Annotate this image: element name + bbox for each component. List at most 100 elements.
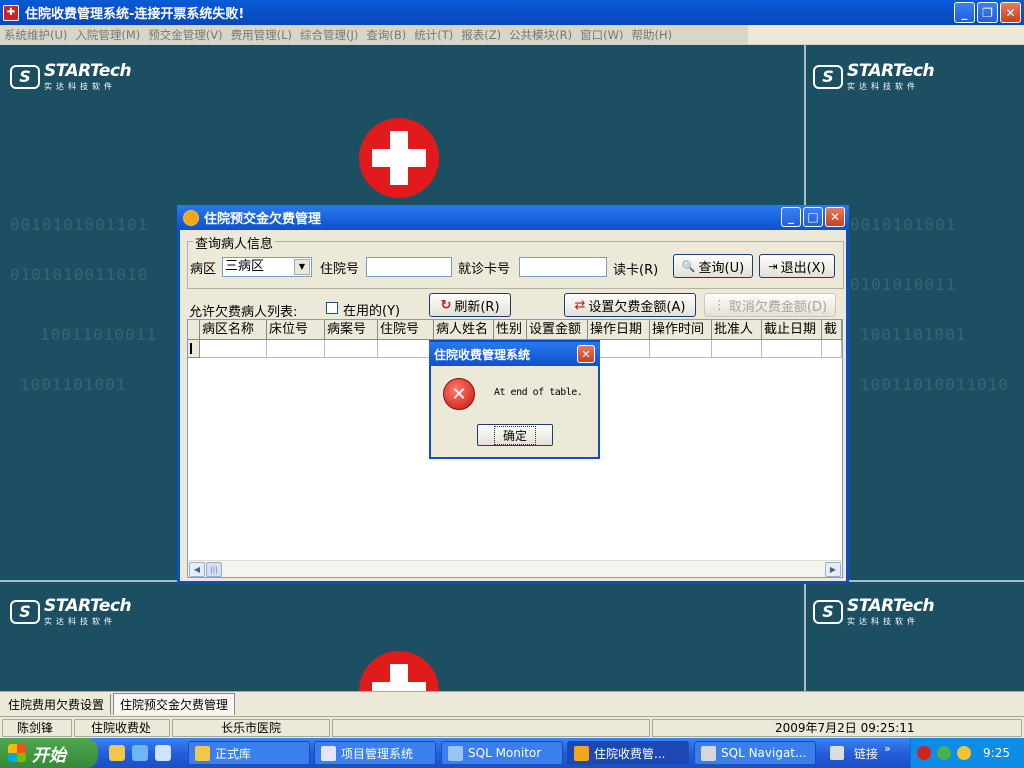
minimize-button[interactable]: _ (954, 2, 975, 23)
windows-logo-icon (8, 744, 26, 762)
tab-deposit-arrears[interactable]: 住院预交金欠费管理 (113, 693, 236, 715)
keyboard-icon[interactable] (830, 746, 844, 760)
menu-query[interactable]: 查询(B) (362, 27, 410, 43)
menu-help[interactable]: 帮助(H) (627, 27, 676, 43)
column-header[interactable]: 住院号 (378, 320, 434, 340)
close-button[interactable]: ✕ (1000, 2, 1021, 23)
tool-icon[interactable] (957, 746, 971, 760)
in-use-label[interactable]: 在用的(Y) (343, 300, 400, 319)
menu-admission[interactable]: 入院管理(M) (71, 27, 144, 43)
shield-icon[interactable] (937, 746, 951, 760)
column-header[interactable]: 操作日期 (588, 320, 650, 340)
column-header[interactable]: 设置金额 (527, 320, 588, 340)
menu-window[interactable]: 窗口(W) (576, 27, 627, 43)
links-toolbar[interactable]: 链接 (854, 745, 878, 762)
ward-select[interactable]: 三病区 ▼ (222, 257, 312, 277)
startech-logo: S STARTech 实达科技软件 (813, 61, 935, 92)
cancel-arrears-amount-button[interactable]: ⋮ 取消欠费金额(D) (704, 293, 836, 317)
ie-browser-icon[interactable] (132, 745, 148, 761)
menu-bar: 系统维护(U) 入院管理(M) 预交金管理(V) 费用管理(L) 综合管理(J)… (0, 25, 1024, 45)
dialog-title: 住院预交金欠费管理 (204, 212, 322, 227)
query-button[interactable]: 🔍 查询(U) (673, 254, 753, 278)
scroll-thumb[interactable]: ||| (206, 562, 222, 577)
chevron-right-icon[interactable]: » (884, 742, 891, 755)
dialog-close-button[interactable]: ✕ (825, 207, 845, 227)
error-message-box[interactable]: 住院收费管理系统 ✕ ✕ At end of table. 确定 (429, 340, 600, 459)
refresh-icon: ↻ (440, 297, 452, 313)
task-hospital-billing[interactable]: 住院收费管... (567, 741, 689, 765)
task-project-mgmt[interactable]: 项目管理系统 (314, 741, 436, 765)
row-indicator (188, 340, 200, 358)
project-app-icon (321, 745, 336, 761)
column-header[interactable]: 截止日期 (762, 320, 822, 340)
message-text: At end of table. (494, 387, 583, 398)
column-header[interactable]: 性别 (494, 320, 527, 340)
desktop-icon[interactable] (155, 745, 171, 761)
red-cross-icon (359, 651, 439, 691)
card-no-label: 就诊卡号 (458, 262, 511, 277)
status-user: 陈剑锋 (2, 719, 72, 737)
column-header[interactable]: 病区名称 (200, 320, 267, 340)
navigator-icon (701, 745, 716, 761)
restore-button[interactable]: ❐ (977, 2, 998, 23)
column-header[interactable]: 床位号 (267, 320, 325, 340)
error-icon: ✕ (443, 378, 475, 410)
dialog-maximize-button[interactable]: □ (803, 207, 823, 227)
binoculars-icon: 🔍 (681, 259, 696, 273)
column-header[interactable]: 批准人 (712, 320, 762, 340)
task-sql-navigator[interactable]: SQL Navigat... (694, 741, 816, 765)
dialog-minimize-button[interactable]: _ (781, 207, 801, 227)
ok-button[interactable]: 确定 (477, 424, 553, 446)
column-header[interactable]: 操作时间 (650, 320, 712, 340)
in-use-checkbox[interactable] (326, 302, 338, 314)
main-window-title: 住院收费管理系统-连接开票系统失败! (25, 7, 245, 22)
menu-common[interactable]: 公共模块(R) (505, 27, 576, 43)
group-legend: 查询病人信息 (193, 233, 276, 252)
admission-no-label: 住院号 (320, 262, 360, 277)
clock: 9:25 (983, 746, 1010, 760)
startech-logo: S STARTech 实达科技软件 (10, 596, 132, 627)
refresh-button[interactable]: ↻ 刷新(R) (429, 293, 511, 317)
startech-logo: S STARTech 实达科技软件 (10, 61, 132, 92)
exit-button[interactable]: ⇥ 退出(X) (759, 254, 835, 278)
allowed-arrears-list-label: 允许欠费病人列表: (189, 305, 298, 320)
cancel-icon: ⋮ (712, 297, 726, 313)
message-box-close-button[interactable]: ✕ (577, 345, 595, 363)
menu-general[interactable]: 综合管理(J) (296, 27, 362, 43)
column-header[interactable]: 截 (822, 320, 842, 340)
status-datetime: 2009年7月2日 09:25:11 (652, 719, 1022, 737)
main-title-bar[interactable]: ✚ 住院收费管理系统-连接开票系统失败! _ ❐ ✕ (0, 0, 1024, 25)
message-box-title[interactable]: 住院收费管理系统 (429, 342, 600, 366)
system-tray: 9:25 (910, 738, 1024, 768)
exit-door-icon: ⇥ (768, 259, 778, 273)
task-formal-db[interactable]: 正式库 (188, 741, 310, 765)
horizontal-scrollbar[interactable]: ◀ ||| ▶ (188, 560, 842, 577)
menu-statistics[interactable]: 统计(T) (410, 27, 457, 43)
scroll-left-icon[interactable]: ◀ (189, 562, 205, 577)
menu-deposit[interactable]: 预交金管理(V) (144, 27, 226, 43)
task-sql-monitor[interactable]: SQL Monitor (441, 741, 563, 765)
menu-system[interactable]: 系统维护(U) (0, 27, 71, 43)
menu-fees[interactable]: 费用管理(L) (227, 27, 296, 43)
column-header[interactable]: 病人姓名 (434, 320, 494, 340)
column-header[interactable]: 病案号 (325, 320, 378, 340)
tab-arrears-setting[interactable]: 住院费用欠费设置 (2, 693, 112, 715)
stop-icon[interactable] (917, 746, 931, 760)
folder-icon (195, 745, 210, 761)
ward-label: 病区 (190, 262, 217, 277)
red-cross-icon (359, 118, 439, 198)
admission-no-input[interactable] (366, 257, 452, 277)
startech-logo: S STARTech 实达科技软件 (813, 596, 935, 627)
read-card-link[interactable]: 读卡(R) (613, 259, 658, 278)
folder-icon[interactable] (109, 745, 125, 761)
card-no-input[interactable] (519, 257, 607, 277)
dialog-title-bar[interactable]: 住院预交金欠费管理 _ □ ✕ (177, 205, 849, 230)
set-arrears-amount-button[interactable]: ⇄ 设置欠费金额(A) (564, 293, 696, 317)
window-app-icon (183, 209, 199, 226)
mdi-tab-strip: 住院费用欠费设置 住院预交金欠费管理 (0, 691, 1024, 716)
chevron-down-icon[interactable]: ▼ (294, 259, 310, 275)
scroll-right-icon[interactable]: ▶ (825, 562, 841, 577)
status-empty (332, 719, 650, 737)
start-button[interactable]: 开始 (0, 738, 98, 768)
menu-reports[interactable]: 报表(Z) (457, 27, 505, 43)
